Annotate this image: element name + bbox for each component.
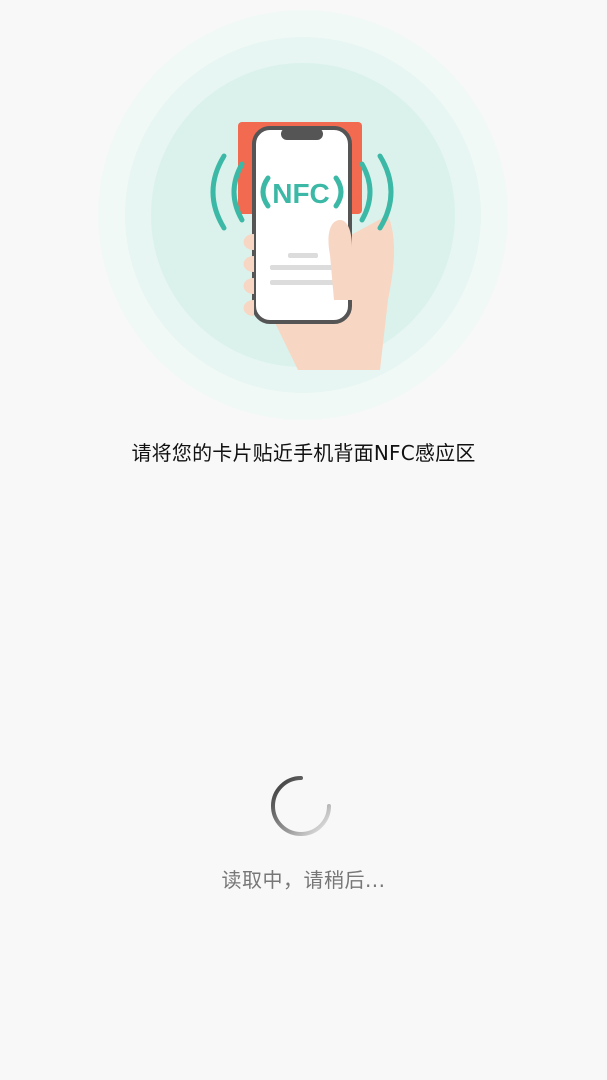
reading-status-text: 读取中，请稍后... <box>221 868 386 892</box>
phone-notch <box>281 128 323 140</box>
nfc-instruction-text: 请将您的卡片贴近手机背面NFC感应区 <box>131 441 476 465</box>
nfc-tap-illustration: NFC <box>98 10 508 420</box>
nfc-label: NFC <box>272 178 330 209</box>
loading-spinner-icon <box>269 774 333 838</box>
